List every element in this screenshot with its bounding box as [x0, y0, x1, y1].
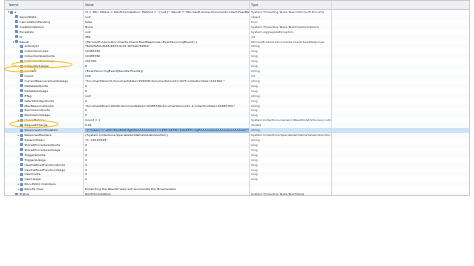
row-name-text: CurrentResourceQuotaUsage	[24, 78, 69, 83]
row-name-text: Id	[19, 34, 23, 39]
property-icon	[20, 54, 23, 58]
property-icon	[20, 177, 23, 181]
row-name-text: UserDefinedFunctionUsage	[24, 167, 66, 172]
row-name-cell: Status	[5, 192, 90, 196]
property-icon	[20, 143, 23, 147]
property-icon	[20, 123, 23, 127]
property-icon	[20, 94, 23, 98]
row-name-text: TriggersUsage	[24, 157, 46, 162]
property-icon	[20, 49, 23, 53]
row-name-text: PermissionQuota	[24, 108, 50, 113]
property-icon	[20, 148, 23, 152]
row-name-text: Exception	[19, 29, 35, 34]
row-name-text: Non-Public members	[24, 182, 56, 187]
row-name-text: DatabaseQuota	[24, 83, 48, 88]
row-name-text: CollectionSizeUsage	[24, 59, 55, 64]
property-icon	[20, 182, 23, 186]
row-name-text: e	[14, 10, 17, 14]
column-type-header[interactable]: Type	[251, 1, 258, 9]
property-icon	[20, 158, 23, 162]
property-icon	[20, 79, 23, 83]
property-icon	[20, 69, 23, 73]
property-icon	[20, 59, 23, 63]
property-icon	[20, 74, 23, 78]
row-name-text: CollectionSizeQuota	[24, 54, 55, 59]
property-icon	[20, 84, 23, 88]
column-value-header[interactable]: Value	[85, 1, 94, 9]
row-name-text: UserQuota	[24, 172, 41, 177]
column-name-header[interactable]: Name	[9, 1, 18, 9]
watch-window: Name Value Type ▾ e Id = 381, Status = Ran…	[4, 0, 470, 196]
column-header: Name Value Type	[5, 1, 469, 10]
row-name-text: TriggersQuota	[24, 152, 46, 157]
row-name-text: PermissionUsage	[24, 113, 51, 118]
row-name-text: StoredProceduresUsage	[24, 147, 61, 152]
row-name-text: UserUsage	[24, 177, 41, 182]
row-name-text: UserDefinedFunctionQuota	[24, 162, 65, 167]
property-icon	[20, 133, 23, 137]
property-icon	[20, 172, 23, 176]
property-icon	[15, 40, 18, 44]
row-name-text: IsPartitionKeyQuota	[24, 98, 55, 103]
column-divider-value[interactable]	[249, 1, 250, 195]
property-icon	[20, 104, 23, 108]
row-name-text: Status	[19, 192, 30, 196]
property-icon	[15, 25, 18, 29]
row-name-text: ActivityId	[24, 44, 39, 49]
row-name-text: QueryMetrics	[24, 118, 45, 123]
row-type-cell: System.Threading.Tasks.TaskStatus	[251, 192, 305, 196]
row-value-cell[interactable]: RanToCompletion	[85, 192, 249, 195]
row-name-text: SessionToken	[24, 137, 45, 142]
variable-tree: ▾ e Id = 381, Status = RanToCompletion, Me…	[5, 10, 469, 196]
property-icon	[15, 20, 18, 24]
row-name-text: Count	[24, 73, 34, 78]
row-name-text: RequestCharge	[24, 123, 48, 128]
row-name-text: Content	[24, 69, 37, 74]
property-icon	[20, 187, 23, 191]
property-icon	[15, 15, 18, 19]
column-divider-name[interactable]	[83, 1, 84, 195]
property-icon	[20, 163, 23, 167]
row-name-text: Results View	[24, 187, 44, 192]
property-icon	[20, 108, 23, 112]
property-icon	[15, 192, 18, 195]
row-name-text: CollectionUsage	[24, 64, 49, 69]
property-icon	[10, 10, 13, 14]
property-icon	[20, 168, 23, 171]
row-name-text: StoredProceduresQuota	[24, 142, 61, 147]
row-name-text: ETag	[24, 93, 32, 98]
property-icon	[20, 128, 23, 132]
property-icon	[20, 153, 23, 157]
row-name-text: DatabaseUsage	[24, 88, 49, 93]
row-name-text: CreationOptions	[19, 24, 44, 29]
column-divider-type[interactable]	[331, 1, 332, 195]
row-name-text: CollectionQuota	[24, 49, 49, 54]
row-name-text: AsyncState	[19, 14, 37, 19]
property-icon	[20, 44, 23, 48]
row-name-text: ResponseHeaders	[24, 133, 52, 138]
property-icon	[15, 30, 18, 34]
property-icon	[20, 99, 23, 103]
property-icon	[20, 138, 23, 142]
row-name-text: CancellationPending	[19, 19, 51, 24]
property-icon	[15, 35, 18, 39]
property-icon	[20, 89, 23, 93]
property-icon	[20, 64, 23, 68]
row-name-text: Result	[19, 39, 29, 44]
property-icon	[20, 118, 23, 122]
row-name-text: MaxResourceQuota	[24, 103, 54, 108]
tree-row[interactable]: Status RanToCompletion System.Threading.Ta…	[5, 192, 469, 196]
row-name-text: ResponseContinuation	[24, 128, 59, 133]
property-icon	[20, 113, 23, 117]
